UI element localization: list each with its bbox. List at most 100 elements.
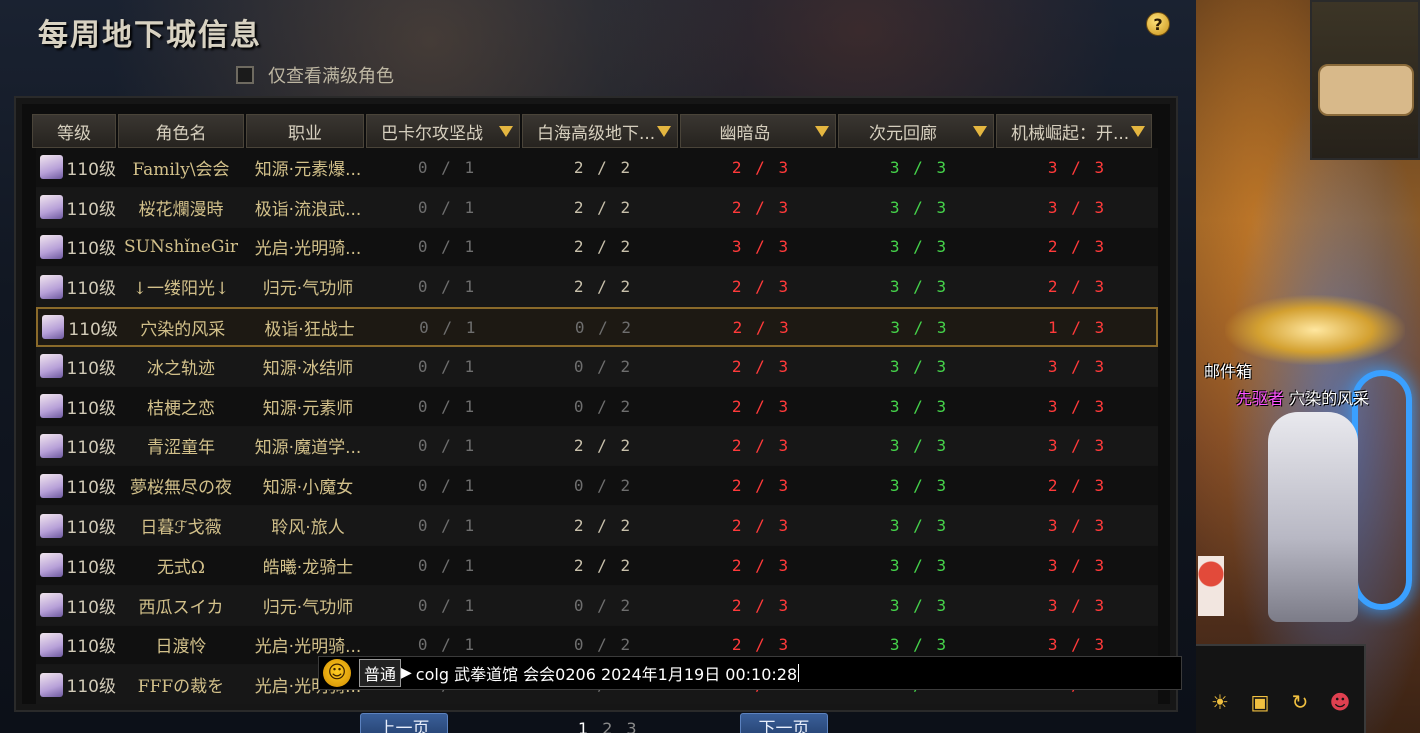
npc-label: 邮件箱	[1204, 362, 1253, 381]
col-header-dungeon-3[interactable]: 幽暗岛	[680, 114, 836, 148]
character-avatar-icon	[42, 315, 65, 340]
dungeon-1-progress-cell: 0 / 1	[419, 317, 478, 337]
character-icon[interactable]: ☻	[1326, 688, 1354, 716]
bus-icon[interactable]: ▣	[1246, 688, 1274, 716]
dungeon-5-progress-cell: 3 / 3	[1047, 595, 1107, 615]
col-header-dungeon-2-label: 白海高级地下...	[537, 123, 656, 144]
dungeon-3-progress-cell: 2 / 3	[731, 595, 791, 615]
dungeon-1-progress-cell: 0 / 1	[417, 237, 477, 257]
table-row[interactable]: 110级 桜花爛漫時 极诣·流浪武... 0 / 1 2 / 2 2 / 3 3 / 3 3 …	[36, 187, 1158, 228]
level-text: 110级	[66, 358, 116, 379]
job-cell: 极诣·狂战士	[264, 319, 355, 340]
dropdown-arrow-icon	[973, 126, 987, 137]
level-text: 110级	[66, 199, 116, 220]
dungeon-5-progress-cell: 3 / 3	[1047, 436, 1107, 456]
dungeon-2-progress-cell: 2 / 2	[573, 555, 633, 575]
dungeon-3-progress-cell: 2 / 3	[731, 516, 791, 536]
dungeon-4-progress-cell: 3 / 3	[889, 476, 949, 496]
col-header-level[interactable]: 等级	[32, 114, 116, 148]
player-character[interactable]	[1268, 412, 1358, 622]
dropdown-arrow-icon	[499, 126, 513, 137]
table-row[interactable]: 110级 桔梗之恋 知源·元素师 0 / 1 0 / 2 2 / 3 3 / 3 3 / 3	[36, 386, 1158, 427]
character-avatar-icon	[40, 513, 63, 538]
dungeon-3-progress-cell: 3 / 3	[731, 237, 791, 257]
max-level-filter[interactable]: 仅查看满级角色	[236, 62, 394, 88]
character-avatar-icon	[40, 632, 63, 657]
table-row[interactable]: 110级 ↓一缕阳光↓ 归元·气功师 0 / 1 2 / 2 2 / 3 3 / 3 2 / …	[36, 267, 1158, 308]
dungeon-5-progress-cell: 3 / 3	[1047, 356, 1107, 376]
prev-page-button[interactable]: 上一页	[360, 713, 448, 733]
level-cell: 110级	[36, 626, 116, 665]
dungeon-5-progress-cell: 1 / 3	[1048, 317, 1107, 337]
dungeon-4-progress-cell: 3 / 3	[889, 595, 949, 615]
dungeon-1-progress-cell: 0 / 1	[417, 476, 477, 496]
level-cell: 110级	[38, 309, 118, 345]
job-cell: 知源·小魔女	[262, 478, 354, 499]
table-row[interactable]: 110级 无式Ω 皓曦·龙骑士 0 / 1 2 / 2 2 / 3 3 / 3 3 / 3	[36, 545, 1158, 586]
minimap-scroll-icon	[1318, 64, 1414, 116]
dropdown-arrow-icon	[1131, 126, 1145, 137]
page-number[interactable]: 3	[626, 719, 636, 733]
dungeon-1-progress-cell: 0 / 1	[417, 157, 477, 177]
hud-icons: ☀ ▣ ↻ ☻	[1206, 688, 1354, 716]
table-row[interactable]: 110级 夢桜無尽の夜 知源·小魔女 0 / 1 0 / 2 2 / 3 3 / 3 2 / …	[36, 466, 1158, 507]
pager: 上一页 1 2 3 下一页	[0, 713, 1196, 733]
table-row[interactable]: 110级 SUNshǐneGir 光启·光明骑... 0 / 1 2 / 2 3 / 3 3…	[36, 227, 1158, 268]
level-text: 110级	[68, 319, 118, 340]
character-name-cell: FFFの裁を	[137, 677, 225, 698]
table-row[interactable]: 110级 冰之轨迹 知源·冰结师 0 / 1 0 / 2 2 / 3 3 / 3 3 / 3	[36, 346, 1158, 387]
col-header-dungeon-2[interactable]: 白海高级地下...	[522, 114, 678, 148]
level-text: 110级	[66, 677, 116, 698]
level-text: 110级	[66, 637, 116, 658]
chat-input-bar[interactable]: ☺ 普通 ▶ colg 武拳道馆 会会0206 2024年1月19日 00:10…	[318, 656, 1182, 690]
dungeon-1-progress-cell: 0 / 1	[417, 555, 477, 575]
max-level-checkbox[interactable]	[236, 66, 254, 84]
character-avatar-icon	[40, 593, 63, 618]
dungeon-4-progress-cell: 3 / 3	[889, 396, 949, 416]
col-header-dungeon-1[interactable]: 巴卡尔攻坚战	[366, 114, 520, 148]
character-name-cell: 冰之轨迹	[147, 358, 215, 379]
col-header-dungeon-5-label: 机械崛起：开...	[1011, 123, 1130, 144]
dungeon-2-progress-cell: 0 / 2	[573, 595, 633, 615]
sun-icon[interactable]: ☀	[1206, 688, 1234, 716]
character-avatar-icon	[40, 195, 63, 220]
dungeon-4-progress-cell: 3 / 3	[889, 356, 949, 376]
dungeon-5-progress-cell: 2 / 3	[1047, 476, 1107, 496]
next-page-button[interactable]: 下一页	[740, 713, 828, 733]
table-row[interactable]: 110级 西瓜スイカ 归元·气功师 0 / 1 0 / 2 2 / 3 3 / 3 3 / 3	[36, 585, 1158, 626]
level-cell: 110级	[36, 267, 116, 306]
chat-channel-badge[interactable]: 普通	[359, 659, 402, 687]
help-icon[interactable]: ?	[1146, 12, 1170, 36]
emoji-icon[interactable]: ☺	[323, 659, 351, 687]
dungeon-3-progress-cell: 2 / 3	[731, 157, 791, 177]
col-header-job[interactable]: 职业	[246, 114, 364, 148]
max-level-filter-label: 仅查看满级角色	[268, 66, 394, 87]
refresh-icon[interactable]: ↻	[1286, 688, 1314, 716]
npc-character[interactable]	[1198, 556, 1224, 616]
level-cell: 110级	[36, 188, 116, 227]
job-cell: 知源·魔道学...	[254, 438, 362, 459]
dungeon-5-progress-cell: 3 / 3	[1047, 555, 1107, 575]
col-header-level-label: 等级	[57, 123, 91, 144]
table-row[interactable]: 110级 青涩童年 知源·魔道学... 0 / 1 2 / 2 2 / 3 3 / 3 3 /…	[36, 426, 1158, 467]
page-number[interactable]: 1	[578, 719, 588, 733]
col-header-dungeon-4[interactable]: 次元回廊	[838, 114, 994, 148]
character-avatar-icon	[40, 433, 63, 458]
table-row[interactable]: 110级 日暮ℱ戈薇 聆风·旅人 0 / 1 2 / 2 2 / 3 3 / 3 3 / 3	[36, 506, 1158, 546]
level-text: 110级	[66, 597, 116, 618]
character-name-cell: 西瓜スイカ	[138, 597, 224, 618]
job-cell: 归元·气功师	[262, 597, 354, 618]
col-header-dungeon-5[interactable]: 机械崛起：开...	[996, 114, 1152, 148]
dungeon-4-progress-cell: 3 / 3	[889, 197, 949, 217]
character-name-cell: 桔梗之恋	[147, 398, 215, 419]
col-header-name[interactable]: 角色名	[118, 114, 244, 148]
character-name-cell: Family\会会	[132, 159, 230, 180]
level-cell: 110级	[36, 427, 116, 466]
table-row[interactable]: 110级 穴染的风采 极诣·狂战士 0 / 1 0 / 2 2 / 3 3 / 3 1 / 3	[36, 307, 1158, 347]
chat-input-text[interactable]: colg 武拳道馆 会会0206 2024年1月19日 00:10:28	[416, 661, 797, 685]
job-cell: 聆风·旅人	[271, 518, 345, 539]
table-row[interactable]: 110级 Family\会会 知源·元素爆... 0 / 1 2 / 2 2 / 3 3 /…	[36, 148, 1158, 188]
window-title: 每周地下城信息	[38, 18, 262, 53]
page-number[interactable]: 2	[602, 719, 612, 733]
level-text: 110级	[66, 279, 116, 300]
